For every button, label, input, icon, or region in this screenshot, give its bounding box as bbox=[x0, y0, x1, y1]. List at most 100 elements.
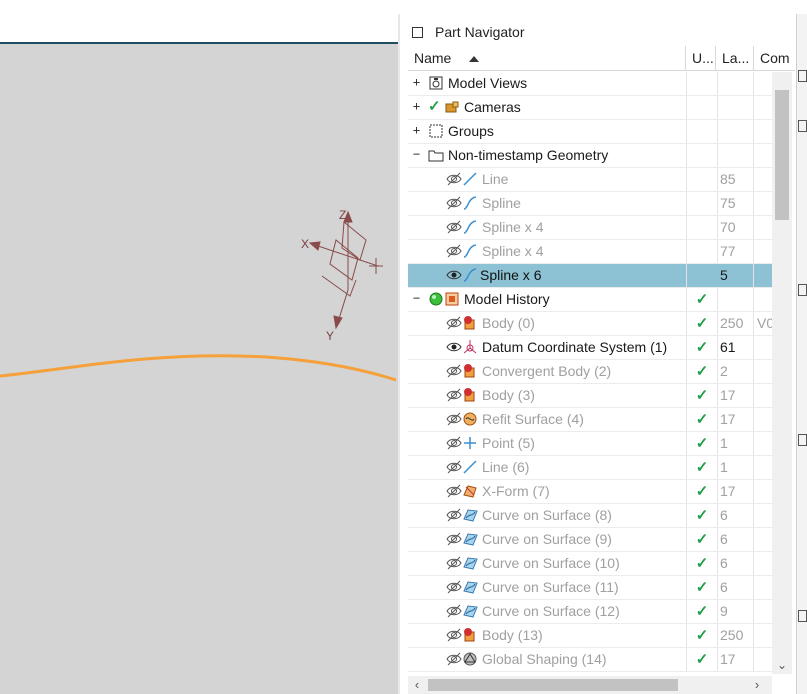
navigator-tree: + Model Views + ✓ Cameras + Groups − Non-timesta… bbox=[408, 72, 772, 672]
tree-row[interactable]: − Model History ✓ bbox=[408, 288, 772, 312]
tree-row-label: Spline bbox=[482, 195, 521, 211]
column-header-name[interactable]: Name bbox=[408, 46, 686, 70]
tree-row[interactable]: Body (0) ✓ 250 V0 bbox=[408, 312, 772, 336]
expand-icon[interactable]: + bbox=[412, 100, 421, 112]
eye-hidden-icon[interactable] bbox=[446, 531, 462, 547]
tree-row[interactable]: + ✓ Cameras bbox=[408, 96, 772, 120]
up-to-date-cell: ✓ bbox=[686, 576, 718, 599]
tree-row[interactable]: Curve on Surface (10) ✓ 6 bbox=[408, 552, 772, 576]
groups-icon bbox=[428, 123, 444, 139]
layer-cell: 6 bbox=[716, 576, 754, 599]
eye-hidden-icon[interactable] bbox=[446, 363, 462, 379]
tree-row[interactable]: Datum Coordinate System (1) ✓ 61 bbox=[408, 336, 772, 360]
eye-hidden-icon[interactable] bbox=[446, 627, 462, 643]
resource-tab-icon[interactable] bbox=[798, 70, 807, 82]
tree-row[interactable]: Refit Surface (4) ✓ 17 bbox=[408, 408, 772, 432]
resource-tab-icon[interactable] bbox=[798, 434, 807, 446]
tree-row[interactable]: Body (13) ✓ 250 bbox=[408, 624, 772, 648]
graphics-viewport[interactable]: Z X Y bbox=[0, 0, 398, 694]
eye-open-icon[interactable] bbox=[446, 267, 462, 283]
tree-row[interactable]: + Groups bbox=[408, 120, 772, 144]
tree-row[interactable]: Point (5) ✓ 1 bbox=[408, 432, 772, 456]
eye-hidden-icon[interactable] bbox=[446, 171, 462, 187]
resource-tab-icon[interactable] bbox=[798, 284, 807, 296]
tree-row[interactable]: Line 85 bbox=[408, 168, 772, 192]
collapse-icon[interactable]: − bbox=[412, 292, 421, 304]
column-header-up-to-date[interactable]: U... bbox=[686, 46, 716, 70]
tree-row[interactable]: + Model Views bbox=[408, 72, 772, 96]
status-ball-icon bbox=[428, 291, 444, 307]
datum-triad[interactable] bbox=[308, 210, 383, 330]
part-navigator-header: Part Navigator bbox=[412, 22, 524, 42]
tree-row[interactable]: X-Form (7) ✓ 17 bbox=[408, 480, 772, 504]
tree-row-label: Curve on Surface (12) bbox=[482, 603, 620, 619]
resource-tab-icon[interactable] bbox=[798, 610, 807, 622]
eye-hidden-icon[interactable] bbox=[446, 195, 462, 211]
eye-open-icon[interactable] bbox=[446, 339, 462, 355]
comment-cell bbox=[754, 456, 772, 479]
tree-row[interactable]: Global Shaping (14) ✓ 17 bbox=[408, 648, 772, 672]
expand-icon[interactable]: + bbox=[412, 124, 421, 136]
eye-hidden-icon[interactable] bbox=[446, 435, 462, 451]
scroll-left-icon[interactable]: ‹ bbox=[408, 676, 426, 694]
eye-hidden-icon[interactable] bbox=[446, 483, 462, 499]
layer-cell bbox=[716, 120, 754, 143]
tree-row-label: Curve on Surface (11) bbox=[482, 579, 619, 595]
tree-row[interactable]: Curve on Surface (12) ✓ 9 bbox=[408, 600, 772, 624]
scroll-down-icon[interactable]: ⌄ bbox=[772, 656, 792, 674]
layer-cell: 85 bbox=[716, 168, 754, 191]
resource-tab-icon[interactable] bbox=[798, 120, 807, 132]
comment-cell bbox=[754, 576, 772, 599]
pin-checkbox[interactable] bbox=[412, 26, 423, 38]
body-icon bbox=[462, 315, 478, 331]
folder-icon bbox=[428, 147, 444, 163]
up-to-date-cell: ✓ bbox=[686, 504, 718, 527]
tree-row[interactable]: Curve on Surface (9) ✓ 6 bbox=[408, 528, 772, 552]
tree-row[interactable]: Spline 75 bbox=[408, 192, 772, 216]
vertical-scrollbar[interactable]: ⌄ bbox=[772, 72, 792, 674]
vertical-scroll-thumb[interactable] bbox=[775, 90, 789, 220]
resource-bar bbox=[796, 14, 807, 694]
horizontal-scroll-thumb[interactable] bbox=[428, 679, 678, 691]
eye-hidden-icon[interactable] bbox=[446, 507, 462, 523]
tree-row-label: Curve on Surface (10) bbox=[482, 555, 620, 571]
tree-row[interactable]: Spline x 4 77 bbox=[408, 240, 772, 264]
tree-row[interactable]: Convergent Body (2) ✓ 2 bbox=[408, 360, 772, 384]
column-header-comment[interactable]: Com bbox=[754, 46, 795, 70]
column-header-layer[interactable]: La... bbox=[716, 46, 754, 70]
eye-hidden-icon[interactable] bbox=[446, 603, 462, 619]
horizontal-scrollbar[interactable]: ‹ › bbox=[408, 676, 772, 694]
eye-hidden-icon[interactable] bbox=[446, 555, 462, 571]
up-to-date-cell bbox=[686, 120, 718, 143]
tree-row[interactable]: Spline x 6 5 bbox=[408, 264, 772, 288]
eye-hidden-icon[interactable] bbox=[446, 315, 462, 331]
tree-row[interactable]: Body (3) ✓ 17 bbox=[408, 384, 772, 408]
layer-cell: 6 bbox=[716, 528, 754, 551]
expand-icon[interactable]: + bbox=[412, 76, 421, 88]
layer-cell: 77 bbox=[716, 240, 754, 263]
eye-hidden-icon[interactable] bbox=[446, 243, 462, 259]
body-icon bbox=[462, 627, 478, 643]
layer-cell: 17 bbox=[716, 384, 754, 407]
tree-row[interactable]: Line (6) ✓ 1 bbox=[408, 456, 772, 480]
eye-hidden-icon[interactable] bbox=[446, 411, 462, 427]
orange-spline-curve[interactable] bbox=[0, 354, 397, 382]
tree-row[interactable]: Curve on Surface (11) ✓ 6 bbox=[408, 576, 772, 600]
eye-hidden-icon[interactable] bbox=[446, 459, 462, 475]
eye-hidden-icon[interactable] bbox=[446, 651, 462, 667]
check-icon[interactable]: ✓ bbox=[428, 97, 444, 115]
eye-hidden-icon[interactable] bbox=[446, 219, 462, 235]
tree-row-label: Body (3) bbox=[482, 387, 535, 403]
tree-row[interactable]: Spline x 4 70 bbox=[408, 216, 772, 240]
collapse-icon[interactable]: − bbox=[412, 148, 421, 160]
eye-hidden-icon[interactable] bbox=[446, 387, 462, 403]
scroll-right-icon[interactable]: › bbox=[748, 676, 766, 694]
comment-cell bbox=[754, 216, 772, 239]
refit-surface-icon bbox=[462, 411, 478, 427]
eye-hidden-icon[interactable] bbox=[446, 579, 462, 595]
curve-on-surface-icon bbox=[462, 579, 478, 595]
tree-row[interactable]: Curve on Surface (8) ✓ 6 bbox=[408, 504, 772, 528]
tree-row[interactable]: − Non-timestamp Geometry bbox=[408, 144, 772, 168]
tree-row-label: Line (6) bbox=[482, 459, 530, 475]
up-to-date-cell: ✓ bbox=[686, 288, 718, 311]
